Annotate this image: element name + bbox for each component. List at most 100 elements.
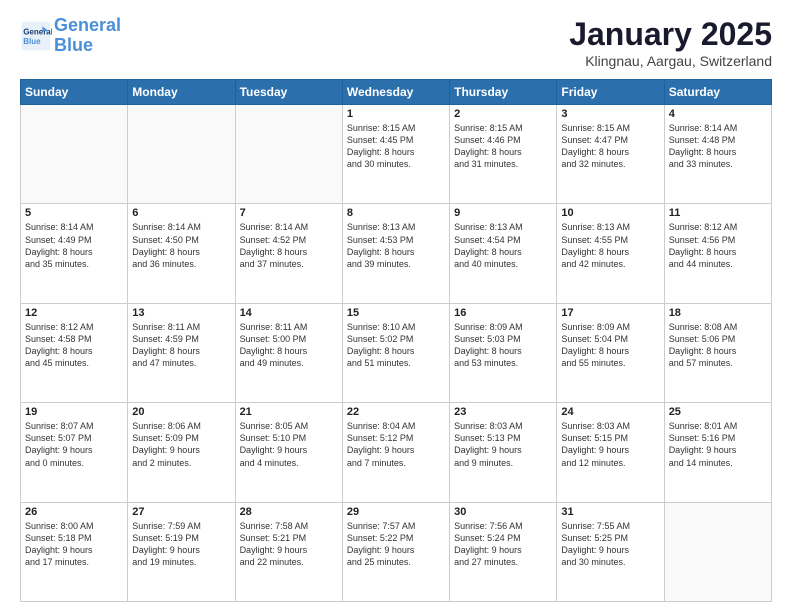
header: General Blue General Blue January 2025 K… — [20, 16, 772, 69]
weekday-header-wednesday: Wednesday — [342, 80, 449, 105]
calendar-cell: 22 Sunrise: 8:04 AM Sunset: 5:12 PM Dayli… — [342, 403, 449, 502]
day-info: Sunrise: 8:13 AM Sunset: 4:55 PM Dayligh… — [561, 221, 659, 270]
calendar-cell: 21 Sunrise: 8:05 AM Sunset: 5:10 PM Dayli… — [235, 403, 342, 502]
calendar-body: 1Sunrise: 8:15 AM Sunset: 4:45 PM Daylig… — [21, 105, 772, 602]
calendar-cell: 14 Sunrise: 8:11 AM Sunset: 5:00 PM Dayli… — [235, 303, 342, 402]
weekday-row: SundayMondayTuesdayWednesdayThursdayFrid… — [21, 80, 772, 105]
day-number: 15 — [347, 307, 445, 319]
day-info: Sunrise: 8:05 AM Sunset: 5:10 PM Dayligh… — [240, 420, 338, 469]
calendar-cell: 2 Sunrise: 8:15 AM Sunset: 4:46 PM Daylig… — [450, 105, 557, 204]
calendar-cell — [235, 105, 342, 204]
svg-text:Blue: Blue — [23, 37, 41, 46]
weekday-header-saturday: Saturday — [664, 80, 771, 105]
title-block: January 2025 Klingnau, Aargau, Switzerla… — [569, 16, 772, 69]
day-number: 24 — [561, 406, 659, 418]
day-number: 12 — [25, 307, 123, 319]
day-info: Sunrise: 8:09 AM Sunset: 5:04 PM Dayligh… — [561, 321, 659, 370]
day-number: 26 — [25, 506, 123, 518]
calendar-cell: 24 Sunrise: 8:03 AM Sunset: 5:15 PM Dayli… — [557, 403, 664, 502]
day-number: 19 — [25, 406, 123, 418]
day-info: Sunrise: 7:56 AM Sunset: 5:24 PM Dayligh… — [454, 520, 552, 569]
calendar-cell: 15 Sunrise: 8:10 AM Sunset: 5:02 PM Dayli… — [342, 303, 449, 402]
day-number: 25 — [669, 406, 767, 418]
calendar-cell: 17 Sunrise: 8:09 AM Sunset: 5:04 PM Dayli… — [557, 303, 664, 402]
day-number: 3 — [561, 108, 659, 120]
day-info: Sunrise: 7:59 AM Sunset: 5:19 PM Dayligh… — [132, 520, 230, 569]
day-info: Sunrise: 8:00 AM Sunset: 5:18 PM Dayligh… — [25, 520, 123, 569]
weekday-header-friday: Friday — [557, 80, 664, 105]
day-number: 21 — [240, 406, 338, 418]
day-number: 7 — [240, 207, 338, 219]
day-number: 9 — [454, 207, 552, 219]
day-info: Sunrise: 8:13 AM Sunset: 4:53 PM Dayligh… — [347, 221, 445, 270]
day-info: Sunrise: 7:57 AM Sunset: 5:22 PM Dayligh… — [347, 520, 445, 569]
day-info: Sunrise: 8:09 AM Sunset: 5:03 PM Dayligh… — [454, 321, 552, 370]
calendar-cell: 3Sunrise: 8:15 AM Sunset: 4:47 PM Daylig… — [557, 105, 664, 204]
week-row-4: 19Sunrise: 8:07 AM Sunset: 5:07 PM Dayli… — [21, 403, 772, 502]
weekday-header-thursday: Thursday — [450, 80, 557, 105]
day-info: Sunrise: 8:06 AM Sunset: 5:09 PM Dayligh… — [132, 420, 230, 469]
day-info: Sunrise: 8:03 AM Sunset: 5:13 PM Dayligh… — [454, 420, 552, 469]
day-info: Sunrise: 8:08 AM Sunset: 5:06 PM Dayligh… — [669, 321, 767, 370]
day-info: Sunrise: 8:12 AM Sunset: 4:56 PM Dayligh… — [669, 221, 767, 270]
day-info: Sunrise: 8:04 AM Sunset: 5:12 PM Dayligh… — [347, 420, 445, 469]
calendar-cell: 28 Sunrise: 7:58 AM Sunset: 5:21 PM Dayli… — [235, 502, 342, 601]
weekday-header-sunday: Sunday — [21, 80, 128, 105]
day-number: 17 — [561, 307, 659, 319]
svg-text:General: General — [23, 27, 52, 36]
day-info: Sunrise: 8:10 AM Sunset: 5:02 PM Dayligh… — [347, 321, 445, 370]
day-number: 23 — [454, 406, 552, 418]
day-info: Sunrise: 8:11 AM Sunset: 5:00 PM Dayligh… — [240, 321, 338, 370]
calendar-cell: 16Sunrise: 8:09 AM Sunset: 5:03 PM Dayli… — [450, 303, 557, 402]
calendar-cell: 10 Sunrise: 8:13 AM Sunset: 4:55 PM Dayli… — [557, 204, 664, 303]
calendar-cell — [664, 502, 771, 601]
calendar-cell: 25Sunrise: 8:01 AM Sunset: 5:16 PM Dayli… — [664, 403, 771, 502]
logo: General Blue General Blue — [20, 16, 121, 56]
day-number: 22 — [347, 406, 445, 418]
calendar-cell: 31 Sunrise: 7:55 AM Sunset: 5:25 PM Dayli… — [557, 502, 664, 601]
calendar-cell: 8 Sunrise: 8:13 AM Sunset: 4:53 PM Daylig… — [342, 204, 449, 303]
calendar-cell — [128, 105, 235, 204]
day-info: Sunrise: 7:58 AM Sunset: 5:21 PM Dayligh… — [240, 520, 338, 569]
logo-text: General Blue — [54, 16, 121, 56]
calendar-cell: 6 Sunrise: 8:14 AM Sunset: 4:50 PM Daylig… — [128, 204, 235, 303]
week-row-2: 5 Sunrise: 8:14 AM Sunset: 4:49 PM Daylig… — [21, 204, 772, 303]
calendar-cell: 26 Sunrise: 8:00 AM Sunset: 5:18 PM Dayli… — [21, 502, 128, 601]
calendar-cell: 1Sunrise: 8:15 AM Sunset: 4:45 PM Daylig… — [342, 105, 449, 204]
day-info: Sunrise: 8:15 AM Sunset: 4:46 PM Dayligh… — [454, 122, 552, 171]
day-number: 30 — [454, 506, 552, 518]
calendar-cell: 5 Sunrise: 8:14 AM Sunset: 4:49 PM Daylig… — [21, 204, 128, 303]
day-info: Sunrise: 8:14 AM Sunset: 4:48 PM Dayligh… — [669, 122, 767, 171]
day-number: 28 — [240, 506, 338, 518]
day-number: 8 — [347, 207, 445, 219]
day-info: Sunrise: 8:14 AM Sunset: 4:52 PM Dayligh… — [240, 221, 338, 270]
day-info: Sunrise: 8:13 AM Sunset: 4:54 PM Dayligh… — [454, 221, 552, 270]
calendar-cell: 29 Sunrise: 7:57 AM Sunset: 5:22 PM Dayli… — [342, 502, 449, 601]
calendar-header: SundayMondayTuesdayWednesdayThursdayFrid… — [21, 80, 772, 105]
day-number: 1 — [347, 108, 445, 120]
day-number: 11 — [669, 207, 767, 219]
day-number: 4 — [669, 108, 767, 120]
calendar-cell: 20 Sunrise: 8:06 AM Sunset: 5:09 PM Dayli… — [128, 403, 235, 502]
week-row-5: 26 Sunrise: 8:00 AM Sunset: 5:18 PM Dayli… — [21, 502, 772, 601]
month-title: January 2025 — [569, 16, 772, 53]
day-number: 18 — [669, 307, 767, 319]
logo-icon: General Blue — [20, 20, 52, 52]
day-number: 20 — [132, 406, 230, 418]
location: Klingnau, Aargau, Switzerland — [569, 53, 772, 69]
day-info: Sunrise: 7:55 AM Sunset: 5:25 PM Dayligh… — [561, 520, 659, 569]
day-number: 31 — [561, 506, 659, 518]
day-number: 10 — [561, 207, 659, 219]
day-info: Sunrise: 8:03 AM Sunset: 5:15 PM Dayligh… — [561, 420, 659, 469]
calendar-cell: 12Sunrise: 8:12 AM Sunset: 4:58 PM Dayli… — [21, 303, 128, 402]
day-number: 13 — [132, 307, 230, 319]
day-info: Sunrise: 8:14 AM Sunset: 4:49 PM Dayligh… — [25, 221, 123, 270]
day-number: 14 — [240, 307, 338, 319]
day-info: Sunrise: 8:14 AM Sunset: 4:50 PM Dayligh… — [132, 221, 230, 270]
page: General Blue General Blue January 2025 K… — [0, 0, 792, 612]
day-number: 2 — [454, 108, 552, 120]
day-number: 29 — [347, 506, 445, 518]
day-number: 5 — [25, 207, 123, 219]
calendar-cell: 30 Sunrise: 7:56 AM Sunset: 5:24 PM Dayli… — [450, 502, 557, 601]
day-number: 6 — [132, 207, 230, 219]
